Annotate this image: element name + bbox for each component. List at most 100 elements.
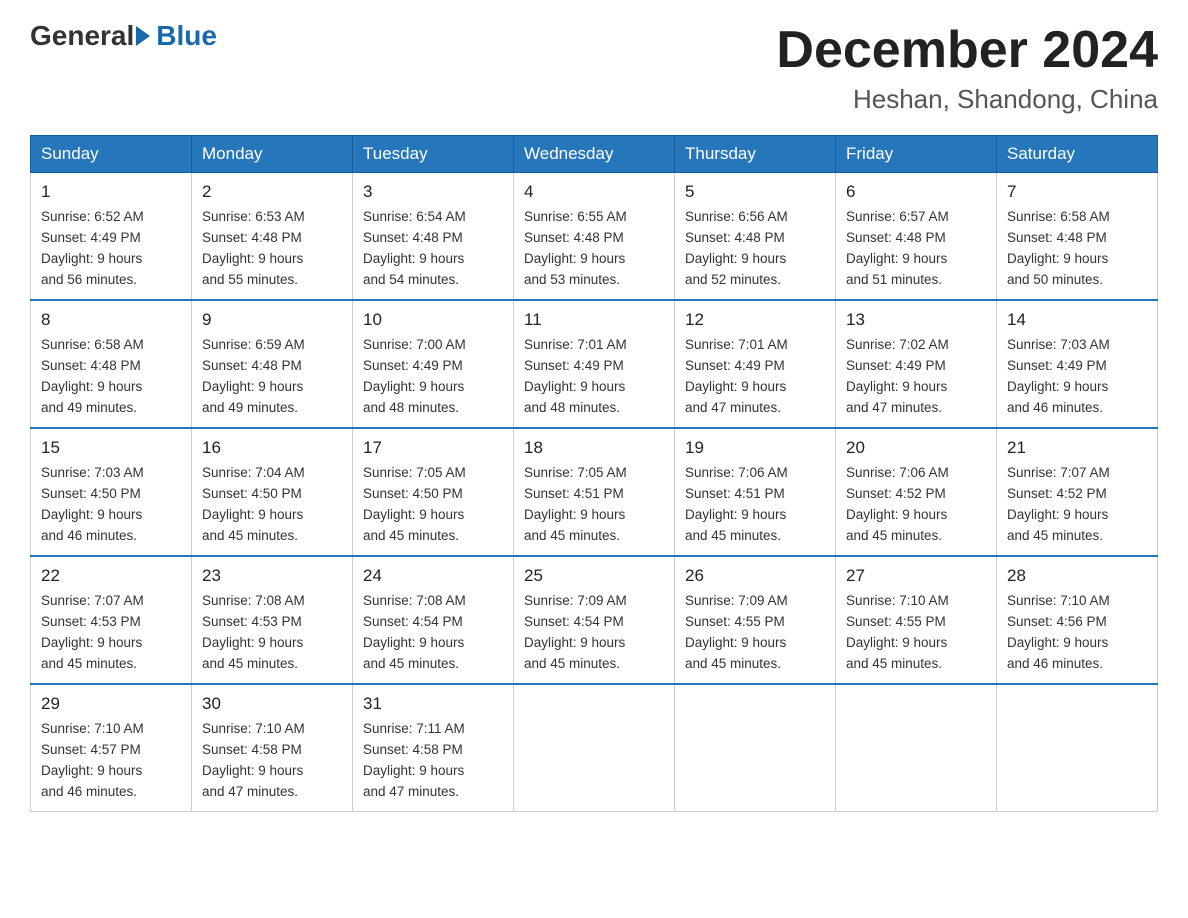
day-info: Sunrise: 7:08 AM Sunset: 4:54 PM Dayligh… bbox=[363, 591, 503, 675]
calendar-week-3: 15 Sunrise: 7:03 AM Sunset: 4:50 PM Dayl… bbox=[31, 428, 1158, 556]
day-number: 24 bbox=[363, 563, 503, 589]
day-info: Sunrise: 7:03 AM Sunset: 4:50 PM Dayligh… bbox=[41, 463, 181, 547]
month-title: December 2024 bbox=[776, 20, 1158, 80]
day-number: 18 bbox=[524, 435, 664, 461]
calendar-cell-w1-d7: 7 Sunrise: 6:58 AM Sunset: 4:48 PM Dayli… bbox=[997, 173, 1158, 301]
day-info: Sunrise: 6:58 AM Sunset: 4:48 PM Dayligh… bbox=[1007, 207, 1147, 291]
day-number: 9 bbox=[202, 307, 342, 333]
day-number: 21 bbox=[1007, 435, 1147, 461]
day-number: 22 bbox=[41, 563, 181, 589]
header-thursday: Thursday bbox=[675, 136, 836, 173]
day-number: 15 bbox=[41, 435, 181, 461]
day-number: 2 bbox=[202, 179, 342, 205]
day-info: Sunrise: 6:53 AM Sunset: 4:48 PM Dayligh… bbox=[202, 207, 342, 291]
calendar-cell-w4-d6: 27 Sunrise: 7:10 AM Sunset: 4:55 PM Dayl… bbox=[836, 556, 997, 684]
header-sunday: Sunday bbox=[31, 136, 192, 173]
day-info: Sunrise: 6:58 AM Sunset: 4:48 PM Dayligh… bbox=[41, 335, 181, 419]
calendar-cell-w5-d3: 31 Sunrise: 7:11 AM Sunset: 4:58 PM Dayl… bbox=[353, 684, 514, 812]
day-number: 25 bbox=[524, 563, 664, 589]
calendar-cell-w3-d3: 17 Sunrise: 7:05 AM Sunset: 4:50 PM Dayl… bbox=[353, 428, 514, 556]
calendar-cell-w2-d2: 9 Sunrise: 6:59 AM Sunset: 4:48 PM Dayli… bbox=[192, 300, 353, 428]
day-info: Sunrise: 7:10 AM Sunset: 4:55 PM Dayligh… bbox=[846, 591, 986, 675]
day-info: Sunrise: 7:07 AM Sunset: 4:53 PM Dayligh… bbox=[41, 591, 181, 675]
calendar-cell-w5-d4 bbox=[514, 684, 675, 812]
calendar-cell-w1-d1: 1 Sunrise: 6:52 AM Sunset: 4:49 PM Dayli… bbox=[31, 173, 192, 301]
day-number: 31 bbox=[363, 691, 503, 717]
day-info: Sunrise: 7:10 AM Sunset: 4:57 PM Dayligh… bbox=[41, 719, 181, 803]
day-number: 11 bbox=[524, 307, 664, 333]
title-section: December 2024 Heshan, Shandong, China bbox=[776, 20, 1158, 115]
day-number: 3 bbox=[363, 179, 503, 205]
calendar-cell-w4-d5: 26 Sunrise: 7:09 AM Sunset: 4:55 PM Dayl… bbox=[675, 556, 836, 684]
calendar-table: Sunday Monday Tuesday Wednesday Thursday… bbox=[30, 135, 1158, 812]
day-info: Sunrise: 7:00 AM Sunset: 4:49 PM Dayligh… bbox=[363, 335, 503, 419]
day-number: 6 bbox=[846, 179, 986, 205]
day-number: 12 bbox=[685, 307, 825, 333]
calendar-cell-w5-d2: 30 Sunrise: 7:10 AM Sunset: 4:58 PM Dayl… bbox=[192, 684, 353, 812]
day-number: 17 bbox=[363, 435, 503, 461]
calendar-cell-w2-d4: 11 Sunrise: 7:01 AM Sunset: 4:49 PM Dayl… bbox=[514, 300, 675, 428]
calendar-week-2: 8 Sunrise: 6:58 AM Sunset: 4:48 PM Dayli… bbox=[31, 300, 1158, 428]
day-info: Sunrise: 7:01 AM Sunset: 4:49 PM Dayligh… bbox=[685, 335, 825, 419]
day-number: 28 bbox=[1007, 563, 1147, 589]
day-info: Sunrise: 6:52 AM Sunset: 4:49 PM Dayligh… bbox=[41, 207, 181, 291]
day-info: Sunrise: 7:03 AM Sunset: 4:49 PM Dayligh… bbox=[1007, 335, 1147, 419]
day-number: 1 bbox=[41, 179, 181, 205]
calendar-week-5: 29 Sunrise: 7:10 AM Sunset: 4:57 PM Dayl… bbox=[31, 684, 1158, 812]
calendar-cell-w5-d7 bbox=[997, 684, 1158, 812]
logo-general-text: General bbox=[30, 20, 134, 52]
day-info: Sunrise: 7:06 AM Sunset: 4:52 PM Dayligh… bbox=[846, 463, 986, 547]
day-number: 13 bbox=[846, 307, 986, 333]
header-tuesday: Tuesday bbox=[353, 136, 514, 173]
day-number: 30 bbox=[202, 691, 342, 717]
day-info: Sunrise: 6:55 AM Sunset: 4:48 PM Dayligh… bbox=[524, 207, 664, 291]
calendar-cell-w1-d5: 5 Sunrise: 6:56 AM Sunset: 4:48 PM Dayli… bbox=[675, 173, 836, 301]
day-number: 16 bbox=[202, 435, 342, 461]
day-info: Sunrise: 7:08 AM Sunset: 4:53 PM Dayligh… bbox=[202, 591, 342, 675]
day-number: 14 bbox=[1007, 307, 1147, 333]
calendar-cell-w4-d3: 24 Sunrise: 7:08 AM Sunset: 4:54 PM Dayl… bbox=[353, 556, 514, 684]
calendar-cell-w2-d3: 10 Sunrise: 7:00 AM Sunset: 4:49 PM Dayl… bbox=[353, 300, 514, 428]
day-info: Sunrise: 7:01 AM Sunset: 4:49 PM Dayligh… bbox=[524, 335, 664, 419]
logo-blue-text: Blue bbox=[156, 20, 217, 52]
day-info: Sunrise: 7:09 AM Sunset: 4:55 PM Dayligh… bbox=[685, 591, 825, 675]
calendar-cell-w1-d3: 3 Sunrise: 6:54 AM Sunset: 4:48 PM Dayli… bbox=[353, 173, 514, 301]
calendar-cell-w3-d1: 15 Sunrise: 7:03 AM Sunset: 4:50 PM Dayl… bbox=[31, 428, 192, 556]
day-info: Sunrise: 7:07 AM Sunset: 4:52 PM Dayligh… bbox=[1007, 463, 1147, 547]
day-info: Sunrise: 7:10 AM Sunset: 4:56 PM Dayligh… bbox=[1007, 591, 1147, 675]
day-info: Sunrise: 7:06 AM Sunset: 4:51 PM Dayligh… bbox=[685, 463, 825, 547]
calendar-cell-w2-d1: 8 Sunrise: 6:58 AM Sunset: 4:48 PM Dayli… bbox=[31, 300, 192, 428]
calendar-cell-w4-d1: 22 Sunrise: 7:07 AM Sunset: 4:53 PM Dayl… bbox=[31, 556, 192, 684]
calendar-cell-w3-d6: 20 Sunrise: 7:06 AM Sunset: 4:52 PM Dayl… bbox=[836, 428, 997, 556]
day-number: 7 bbox=[1007, 179, 1147, 205]
calendar-cell-w3-d4: 18 Sunrise: 7:05 AM Sunset: 4:51 PM Dayl… bbox=[514, 428, 675, 556]
header-wednesday: Wednesday bbox=[514, 136, 675, 173]
header-saturday: Saturday bbox=[997, 136, 1158, 173]
calendar-cell-w1-d4: 4 Sunrise: 6:55 AM Sunset: 4:48 PM Dayli… bbox=[514, 173, 675, 301]
calendar-cell-w3-d7: 21 Sunrise: 7:07 AM Sunset: 4:52 PM Dayl… bbox=[997, 428, 1158, 556]
day-info: Sunrise: 6:57 AM Sunset: 4:48 PM Dayligh… bbox=[846, 207, 986, 291]
day-number: 26 bbox=[685, 563, 825, 589]
calendar-cell-w4-d2: 23 Sunrise: 7:08 AM Sunset: 4:53 PM Dayl… bbox=[192, 556, 353, 684]
day-info: Sunrise: 6:59 AM Sunset: 4:48 PM Dayligh… bbox=[202, 335, 342, 419]
calendar-cell-w3-d5: 19 Sunrise: 7:06 AM Sunset: 4:51 PM Dayl… bbox=[675, 428, 836, 556]
day-info: Sunrise: 7:09 AM Sunset: 4:54 PM Dayligh… bbox=[524, 591, 664, 675]
day-info: Sunrise: 7:05 AM Sunset: 4:51 PM Dayligh… bbox=[524, 463, 664, 547]
day-info: Sunrise: 7:05 AM Sunset: 4:50 PM Dayligh… bbox=[363, 463, 503, 547]
day-number: 5 bbox=[685, 179, 825, 205]
logo-arrow-icon bbox=[136, 26, 150, 46]
calendar-cell-w3-d2: 16 Sunrise: 7:04 AM Sunset: 4:50 PM Dayl… bbox=[192, 428, 353, 556]
day-info: Sunrise: 7:11 AM Sunset: 4:58 PM Dayligh… bbox=[363, 719, 503, 803]
calendar-cell-w5-d6 bbox=[836, 684, 997, 812]
day-info: Sunrise: 7:02 AM Sunset: 4:49 PM Dayligh… bbox=[846, 335, 986, 419]
location-title: Heshan, Shandong, China bbox=[776, 84, 1158, 115]
day-info: Sunrise: 6:56 AM Sunset: 4:48 PM Dayligh… bbox=[685, 207, 825, 291]
day-number: 4 bbox=[524, 179, 664, 205]
calendar-cell-w2-d7: 14 Sunrise: 7:03 AM Sunset: 4:49 PM Dayl… bbox=[997, 300, 1158, 428]
calendar-week-4: 22 Sunrise: 7:07 AM Sunset: 4:53 PM Dayl… bbox=[31, 556, 1158, 684]
header-monday: Monday bbox=[192, 136, 353, 173]
page-header: General Blue December 2024 Heshan, Shand… bbox=[30, 20, 1158, 115]
header-friday: Friday bbox=[836, 136, 997, 173]
calendar-cell-w5-d1: 29 Sunrise: 7:10 AM Sunset: 4:57 PM Dayl… bbox=[31, 684, 192, 812]
day-number: 20 bbox=[846, 435, 986, 461]
